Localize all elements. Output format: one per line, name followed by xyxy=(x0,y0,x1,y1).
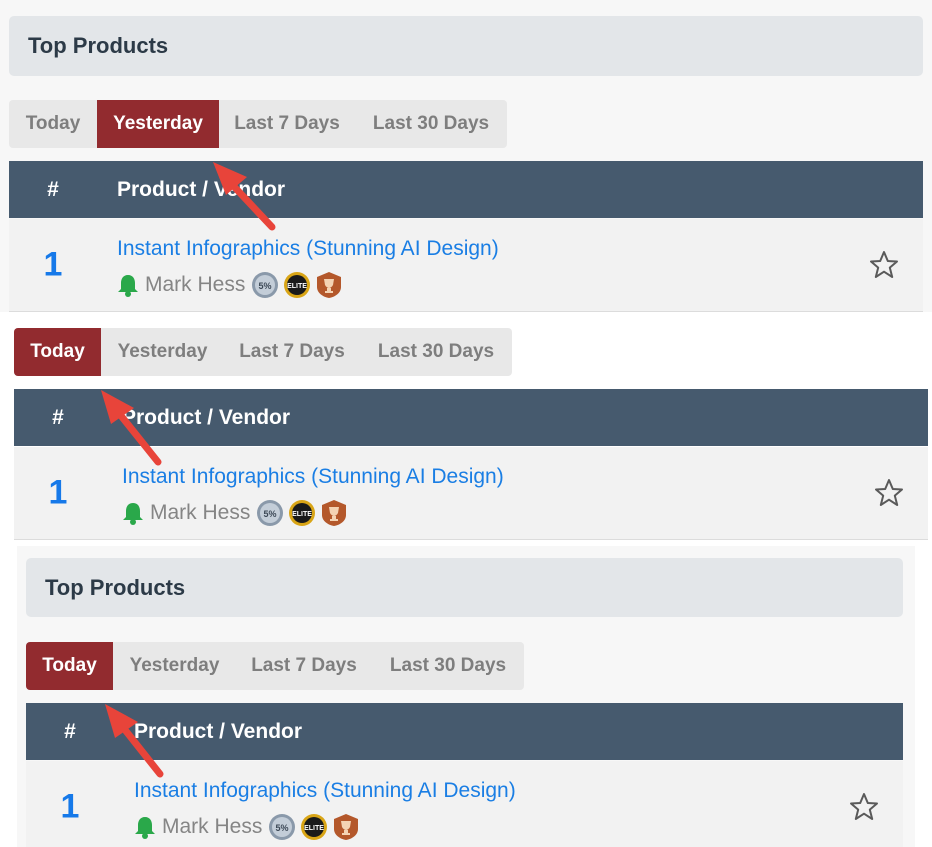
tab-today[interactable]: Today xyxy=(9,100,97,148)
svg-text:5%: 5% xyxy=(276,823,289,833)
product-link[interactable]: Instant Infographics (Stunning AI Design… xyxy=(134,779,516,803)
section-title: Top Products xyxy=(45,574,186,600)
star-icon[interactable] xyxy=(874,478,904,508)
elite-badge-icon: ELITE xyxy=(301,814,328,840)
table-header: # Product / Vendor xyxy=(14,389,928,446)
column-rank: # xyxy=(64,719,76,743)
section-title: Top Products xyxy=(28,33,169,58)
product-link[interactable]: Instant Infographics (Stunning AI Design… xyxy=(117,237,499,261)
svg-text:5%: 5% xyxy=(264,509,277,519)
svg-text:ELITE: ELITE xyxy=(287,283,307,290)
column-rank: # xyxy=(47,177,59,201)
vendor-line: Mark Hess 5% ELITE xyxy=(117,270,347,300)
bell-icon[interactable] xyxy=(117,273,139,297)
percent-badge-icon: 5% xyxy=(269,814,296,840)
vendor-line: Mark Hess 5% ELITE xyxy=(134,812,364,842)
column-product-vendor: Product / Vendor xyxy=(122,405,291,429)
bell-icon[interactable] xyxy=(122,501,144,525)
percent-badge-icon: 5% xyxy=(252,272,279,298)
column-product-vendor: Product / Vendor xyxy=(117,177,286,201)
trophy-badge-icon xyxy=(317,272,342,298)
vendor-name[interactable]: Mark Hess xyxy=(162,815,262,839)
elite-badge-icon: ELITE xyxy=(289,500,316,526)
vendor-name[interactable]: Mark Hess xyxy=(150,501,250,525)
period-tabs: Today Yesterday Last 7 Days Last 30 Days xyxy=(26,642,524,690)
period-tabs: Today Yesterday Last 7 Days Last 30 Days xyxy=(14,328,512,376)
rank-number: 1 xyxy=(60,787,80,826)
section-header: Top Products xyxy=(9,16,923,76)
panel-1: Top Products Today Yesterday Last 7 Days… xyxy=(0,0,932,312)
panel-3: Top Products Today Yesterday Last 7 Days… xyxy=(17,546,915,847)
trophy-badge-icon xyxy=(322,500,347,526)
tab-last-30-days[interactable]: Last 30 Days xyxy=(355,100,507,148)
rank-number: 1 xyxy=(48,473,68,512)
tab-last-7-days[interactable]: Last 7 Days xyxy=(224,328,360,376)
bell-icon[interactable] xyxy=(134,815,156,839)
column-rank: # xyxy=(52,405,64,429)
tab-today[interactable]: Today xyxy=(14,328,101,376)
tab-last-7-days[interactable]: Last 7 Days xyxy=(219,100,355,148)
svg-text:ELITE: ELITE xyxy=(292,511,312,518)
vendor-line: Mark Hess 5% ELITE xyxy=(122,498,352,528)
trophy-badge-icon xyxy=(334,814,359,840)
tab-last-30-days[interactable]: Last 30 Days xyxy=(372,642,524,690)
svg-text:5%: 5% xyxy=(259,281,272,291)
tab-last-30-days[interactable]: Last 30 Days xyxy=(360,328,512,376)
star-icon[interactable] xyxy=(849,792,879,822)
tab-yesterday[interactable]: Yesterday xyxy=(113,642,236,690)
table-header: # Product / Vendor xyxy=(26,703,903,760)
product-link[interactable]: Instant Infographics (Stunning AI Design… xyxy=(122,465,504,489)
table-row: 1 Instant Infographics (Stunning AI Desi… xyxy=(9,219,923,312)
table-row: 1 Instant Infographics (Stunning AI Desi… xyxy=(14,447,928,540)
table-row: 1 Instant Infographics (Stunning AI Desi… xyxy=(26,761,903,847)
star-icon[interactable] xyxy=(869,250,899,280)
vendor-name[interactable]: Mark Hess xyxy=(145,273,245,297)
rank-number: 1 xyxy=(43,245,63,284)
column-product-vendor: Product / Vendor xyxy=(134,719,303,743)
tab-last-7-days[interactable]: Last 7 Days xyxy=(236,642,372,690)
panel-2: Today Yesterday Last 7 Days Last 30 Days… xyxy=(0,316,932,544)
table-header: # Product / Vendor xyxy=(9,161,923,218)
period-tabs: Today Yesterday Last 7 Days Last 30 Days xyxy=(9,100,507,148)
percent-badge-icon: 5% xyxy=(257,500,284,526)
section-header: Top Products xyxy=(26,558,903,617)
tab-yesterday[interactable]: Yesterday xyxy=(97,100,219,148)
svg-text:ELITE: ELITE xyxy=(304,825,324,832)
elite-badge-icon: ELITE xyxy=(284,272,311,298)
tab-yesterday[interactable]: Yesterday xyxy=(101,328,224,376)
tab-today[interactable]: Today xyxy=(26,642,113,690)
